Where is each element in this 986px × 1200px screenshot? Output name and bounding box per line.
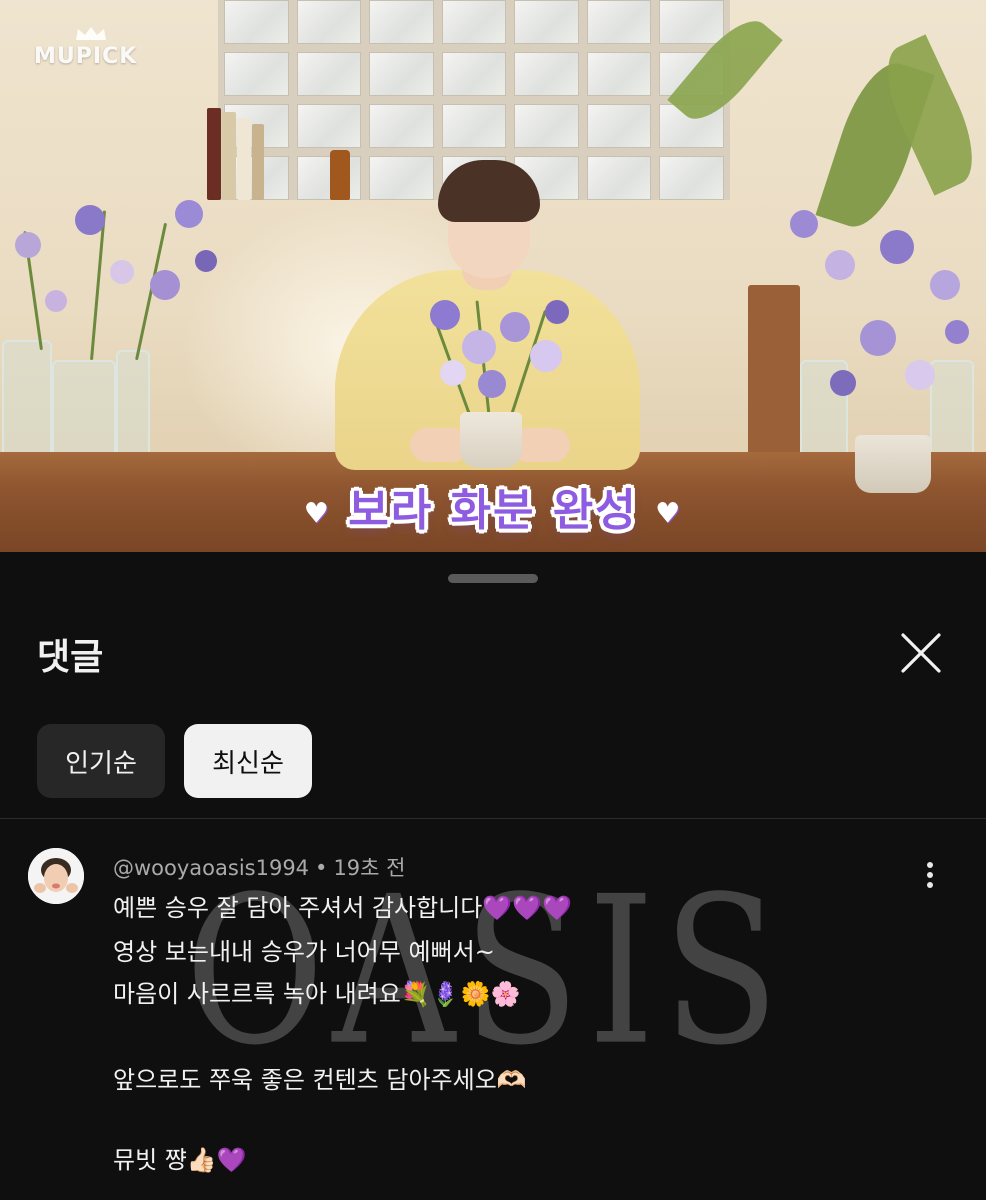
crown-icon bbox=[76, 27, 106, 40]
close-button[interactable] bbox=[896, 628, 946, 678]
more-vertical-icon bbox=[915, 862, 945, 888]
drag-handle[interactable] bbox=[448, 574, 538, 583]
comments-title: 댓글 bbox=[37, 637, 104, 678]
avatar[interactable] bbox=[28, 848, 84, 904]
channel-logo: MUPICK bbox=[34, 44, 138, 69]
avatar-image bbox=[28, 848, 84, 904]
divider bbox=[0, 818, 986, 819]
comment-text-line: 예쁜 승우 잘 담아 주셔서 감사합니다💜💜💜 bbox=[113, 894, 572, 922]
more-options-button[interactable] bbox=[915, 858, 945, 900]
heart-icon: ♥ bbox=[655, 496, 683, 530]
meta-separator: • bbox=[315, 856, 328, 880]
comment-meta: @wooyaoasis1994 • 19초 전 bbox=[113, 852, 405, 882]
comment-time: 19초 전 bbox=[333, 856, 406, 880]
sort-chip-top[interactable]: 인기순 bbox=[37, 724, 165, 798]
comment-text-line: 뮤빗 쨩👍🏻💜 bbox=[113, 1146, 247, 1174]
video-player[interactable]: MUPICK ♥ 보라 화분 완성 ♥ bbox=[0, 0, 986, 552]
sort-chip-newest[interactable]: 최신순 bbox=[184, 724, 312, 798]
comment-text-line: 마음이 사르르륵 녹아 내려요💐🪻🌼🌸 bbox=[113, 980, 521, 1008]
flower-pot bbox=[460, 412, 522, 468]
comments-sheet: 댓글 인기순 최신순 OASIS @wooyaoasis1994 • 19초 전 예… bbox=[0, 552, 986, 1200]
heart-icon: ♥ bbox=[303, 496, 331, 530]
close-icon bbox=[901, 633, 941, 673]
comment-text-line: 영상 보는내내 승우가 너어무 예뻐서~ bbox=[113, 938, 495, 966]
comment-text-line: 앞으로도 쭈욱 좋은 컨텐츠 담아주세오🫶🏻 bbox=[113, 1066, 527, 1094]
comment-author[interactable]: @wooyaoasis1994 bbox=[113, 856, 309, 880]
video-subtitle: ♥ 보라 화분 완성 ♥ bbox=[303, 485, 683, 536]
